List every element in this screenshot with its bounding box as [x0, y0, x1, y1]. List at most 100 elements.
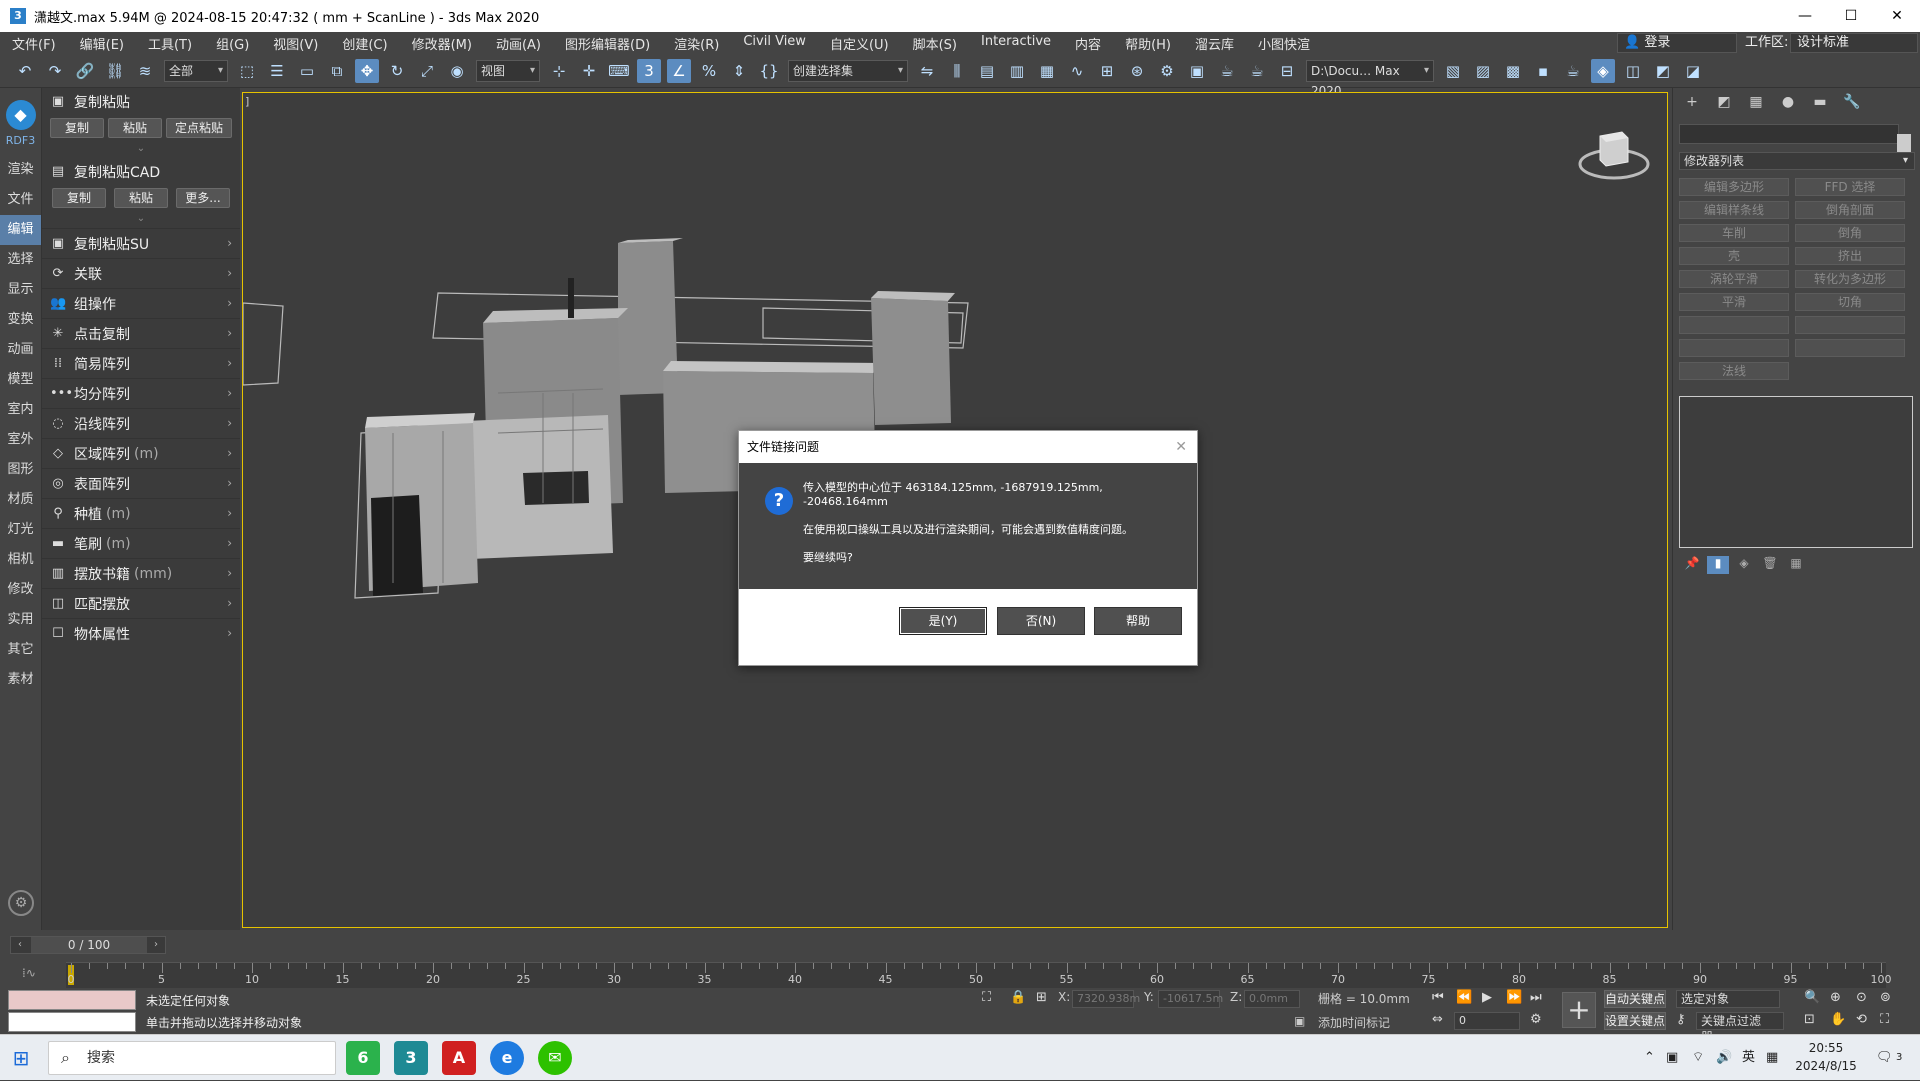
viewcube-icon[interactable] — [1578, 124, 1650, 184]
selected-dropdown[interactable]: 选定对象 — [1676, 990, 1780, 1008]
strip-tab-15[interactable]: 实用 — [0, 605, 41, 635]
tool-item-13[interactable]: ☐ 物体属性 › — [42, 618, 240, 648]
link-icon[interactable]: 🔗 — [73, 59, 97, 83]
modifier-button-9[interactable]: 转化为多边形 — [1795, 270, 1905, 288]
key-mode-icon[interactable]: ⇔ — [1432, 1012, 1443, 1027]
modifier-button-0[interactable]: 编辑多边形 — [1679, 178, 1789, 196]
strip-tab-5[interactable]: 变换 — [0, 305, 41, 335]
modifier-button-11[interactable]: 切角 — [1795, 293, 1905, 311]
modifier-button-2[interactable]: 编辑样条线 — [1679, 201, 1789, 219]
3dsmax-taskbar-icon[interactable]: 3 — [394, 1041, 428, 1075]
cad-copy-button[interactable]: 复制 — [52, 188, 106, 208]
pivot-center-icon[interactable]: ⊹ — [547, 59, 571, 83]
menu-item-9[interactable]: 渲染(R) — [662, 34, 731, 53]
strip-tab-9[interactable]: 室外 — [0, 425, 41, 455]
rdf-logo-icon[interactable]: ◆ — [5, 100, 36, 130]
utilities-tab-icon[interactable]: 🔧 — [1839, 94, 1865, 114]
align-icon[interactable]: ⫼ — [945, 59, 969, 83]
zoom-extents-all-icon[interactable]: ⊚ — [1880, 990, 1891, 1005]
select-scale-icon[interactable]: ⤢ — [415, 59, 439, 83]
keyboard-shortcut-icon[interactable]: ⌨ — [607, 59, 631, 83]
undo-icon[interactable]: ↶ — [13, 59, 37, 83]
prev-key-icon[interactable]: ⏪ — [1456, 990, 1472, 1005]
current-frame-input[interactable]: 0 — [1454, 1012, 1520, 1030]
menu-item-4[interactable]: 视图(V) — [261, 34, 330, 53]
y-coord-input[interactable]: -10617.5m — [1158, 990, 1223, 1008]
material-editor-icon[interactable]: ⊛ — [1125, 59, 1149, 83]
modifier-list-dropdown[interactable]: 修改器列表 — [1679, 152, 1915, 170]
strip-tab-3[interactable]: 选择 — [0, 245, 41, 275]
menu-item-1[interactable]: 编辑(E) — [68, 34, 136, 53]
edit-named-selection-icon[interactable]: {} — [757, 59, 781, 83]
show-end-result-icon[interactable]: ▮ — [1707, 556, 1729, 574]
windows-start-icon[interactable]: ⊞ — [8, 1045, 34, 1071]
named-selection-dropdown[interactable]: 创建选择集 — [788, 59, 908, 82]
modifier-button-5[interactable]: 倒角 — [1795, 224, 1905, 242]
plugin-tool-5-icon[interactable]: ◩ — [1651, 59, 1675, 83]
x-coord-input[interactable]: 7320.938m — [1072, 990, 1140, 1008]
settings-gear-icon[interactable]: ⚙ — [8, 890, 34, 916]
frame-buffer-icon[interactable]: ◫ — [1621, 59, 1645, 83]
auto-key-button[interactable]: 自动关键点 — [1604, 990, 1666, 1008]
modifier-button-14[interactable] — [1679, 339, 1789, 357]
orbit-icon[interactable]: ⟲ — [1856, 1012, 1867, 1027]
modifier-button-7[interactable]: 挤出 — [1795, 247, 1905, 265]
menu-item-16[interactable]: 溜云库 — [1183, 34, 1246, 53]
wechat-icon[interactable]: ✉ — [538, 1041, 572, 1075]
paste-button[interactable]: 粘贴 — [108, 118, 162, 138]
select-by-name-icon[interactable]: ☰ — [265, 59, 289, 83]
render-iterative-icon[interactable]: ☕ — [1245, 59, 1269, 83]
menu-item-6[interactable]: 修改器(M) — [400, 34, 484, 53]
tool-item-3[interactable]: ✳ 点击复制 › — [42, 318, 240, 348]
edge-browser-icon[interactable]: e — [490, 1041, 524, 1075]
cad-paste-button[interactable]: 粘贴 — [114, 188, 168, 208]
prev-frame-arrow-icon[interactable]: ‹ — [13, 937, 27, 953]
redo-icon[interactable]: ↷ — [43, 59, 67, 83]
menu-item-8[interactable]: 图形编辑器(D) — [553, 34, 662, 53]
track-bar-icon[interactable]: ⁞∿ — [22, 966, 36, 980]
modifier-button-15[interactable] — [1795, 339, 1905, 357]
minimize-button[interactable]: — — [1782, 0, 1828, 32]
key-filters-button[interactable]: 关键点过滤器... — [1696, 1012, 1784, 1044]
next-frame-arrow-icon[interactable]: › — [149, 937, 163, 953]
snap-toggle-icon[interactable]: 3 — [637, 58, 661, 83]
tray-app-icon[interactable]: ▣ — [1666, 1035, 1678, 1081]
tool-item-7[interactable]: ◇ 区域阵列 (m) › — [42, 438, 240, 468]
teapot-icon[interactable]: ☕ — [1561, 59, 1585, 83]
field-of-view-icon[interactable]: ⊡ — [1804, 1012, 1815, 1027]
strip-tab-16[interactable]: 其它 — [0, 635, 41, 665]
mirror-icon[interactable]: ⇋ — [915, 59, 939, 83]
select-move-icon[interactable]: ✥ — [355, 58, 379, 83]
menu-item-0[interactable]: 文件(F) — [0, 34, 68, 53]
workspace-dropdown[interactable]: 设计标准 — [1790, 33, 1918, 53]
collapse-chevron-icon[interactable]: ⌄ — [42, 144, 240, 158]
render-grid-icon[interactable]: ⊟ — [1275, 59, 1299, 83]
menu-item-17[interactable]: 小图快渲 — [1246, 34, 1322, 53]
pan-icon[interactable]: ✋ — [1830, 1012, 1846, 1027]
reference-coord-dropdown[interactable]: 视图 — [476, 59, 540, 82]
tray-expand-icon[interactable]: ⌃ — [1644, 1035, 1655, 1081]
copy-button[interactable]: 复制 — [50, 118, 104, 138]
tool-item-6[interactable]: ◌ 沿线阵列 › — [42, 408, 240, 438]
object-color-swatch[interactable] — [1897, 134, 1911, 152]
tool-item-12[interactable]: ◫ 匹配摆放 › — [42, 588, 240, 618]
strip-tab-0[interactable]: 渲染 — [0, 155, 41, 185]
taskbar-search-box[interactable]: ⌕ 搜索 — [48, 1041, 336, 1075]
strip-tab-12[interactable]: 灯光 — [0, 515, 41, 545]
menu-item-11[interactable]: 自定义(U) — [818, 34, 901, 53]
modifier-button-8[interactable]: 涡轮平滑 — [1679, 270, 1789, 288]
tool-item-10[interactable]: ▬ 笔刷 (m) › — [42, 528, 240, 558]
dialog-close-icon[interactable]: ✕ — [1175, 431, 1187, 463]
tool-item-2[interactable]: 👥 组操作 › — [42, 288, 240, 318]
absolute-mode-icon[interactable]: ⊞ — [1036, 990, 1047, 1005]
close-button[interactable]: ✕ — [1874, 0, 1920, 32]
hierarchy-tab-icon[interactable]: ▦ — [1743, 94, 1769, 114]
ime-icon[interactable]: ▦ — [1766, 1035, 1778, 1081]
ribbon-icon[interactable]: ▦ — [1035, 59, 1059, 83]
tool-item-5[interactable]: ••• 均分阵列 › — [42, 378, 240, 408]
unlink-icon[interactable]: ⛓ — [103, 59, 127, 83]
app-6-icon[interactable]: 6 — [346, 1041, 380, 1075]
select-manipulate-icon[interactable]: ✛ — [577, 59, 601, 83]
render-icon[interactable]: ☕ — [1215, 59, 1239, 83]
menu-item-12[interactable]: 脚本(S) — [901, 34, 969, 53]
